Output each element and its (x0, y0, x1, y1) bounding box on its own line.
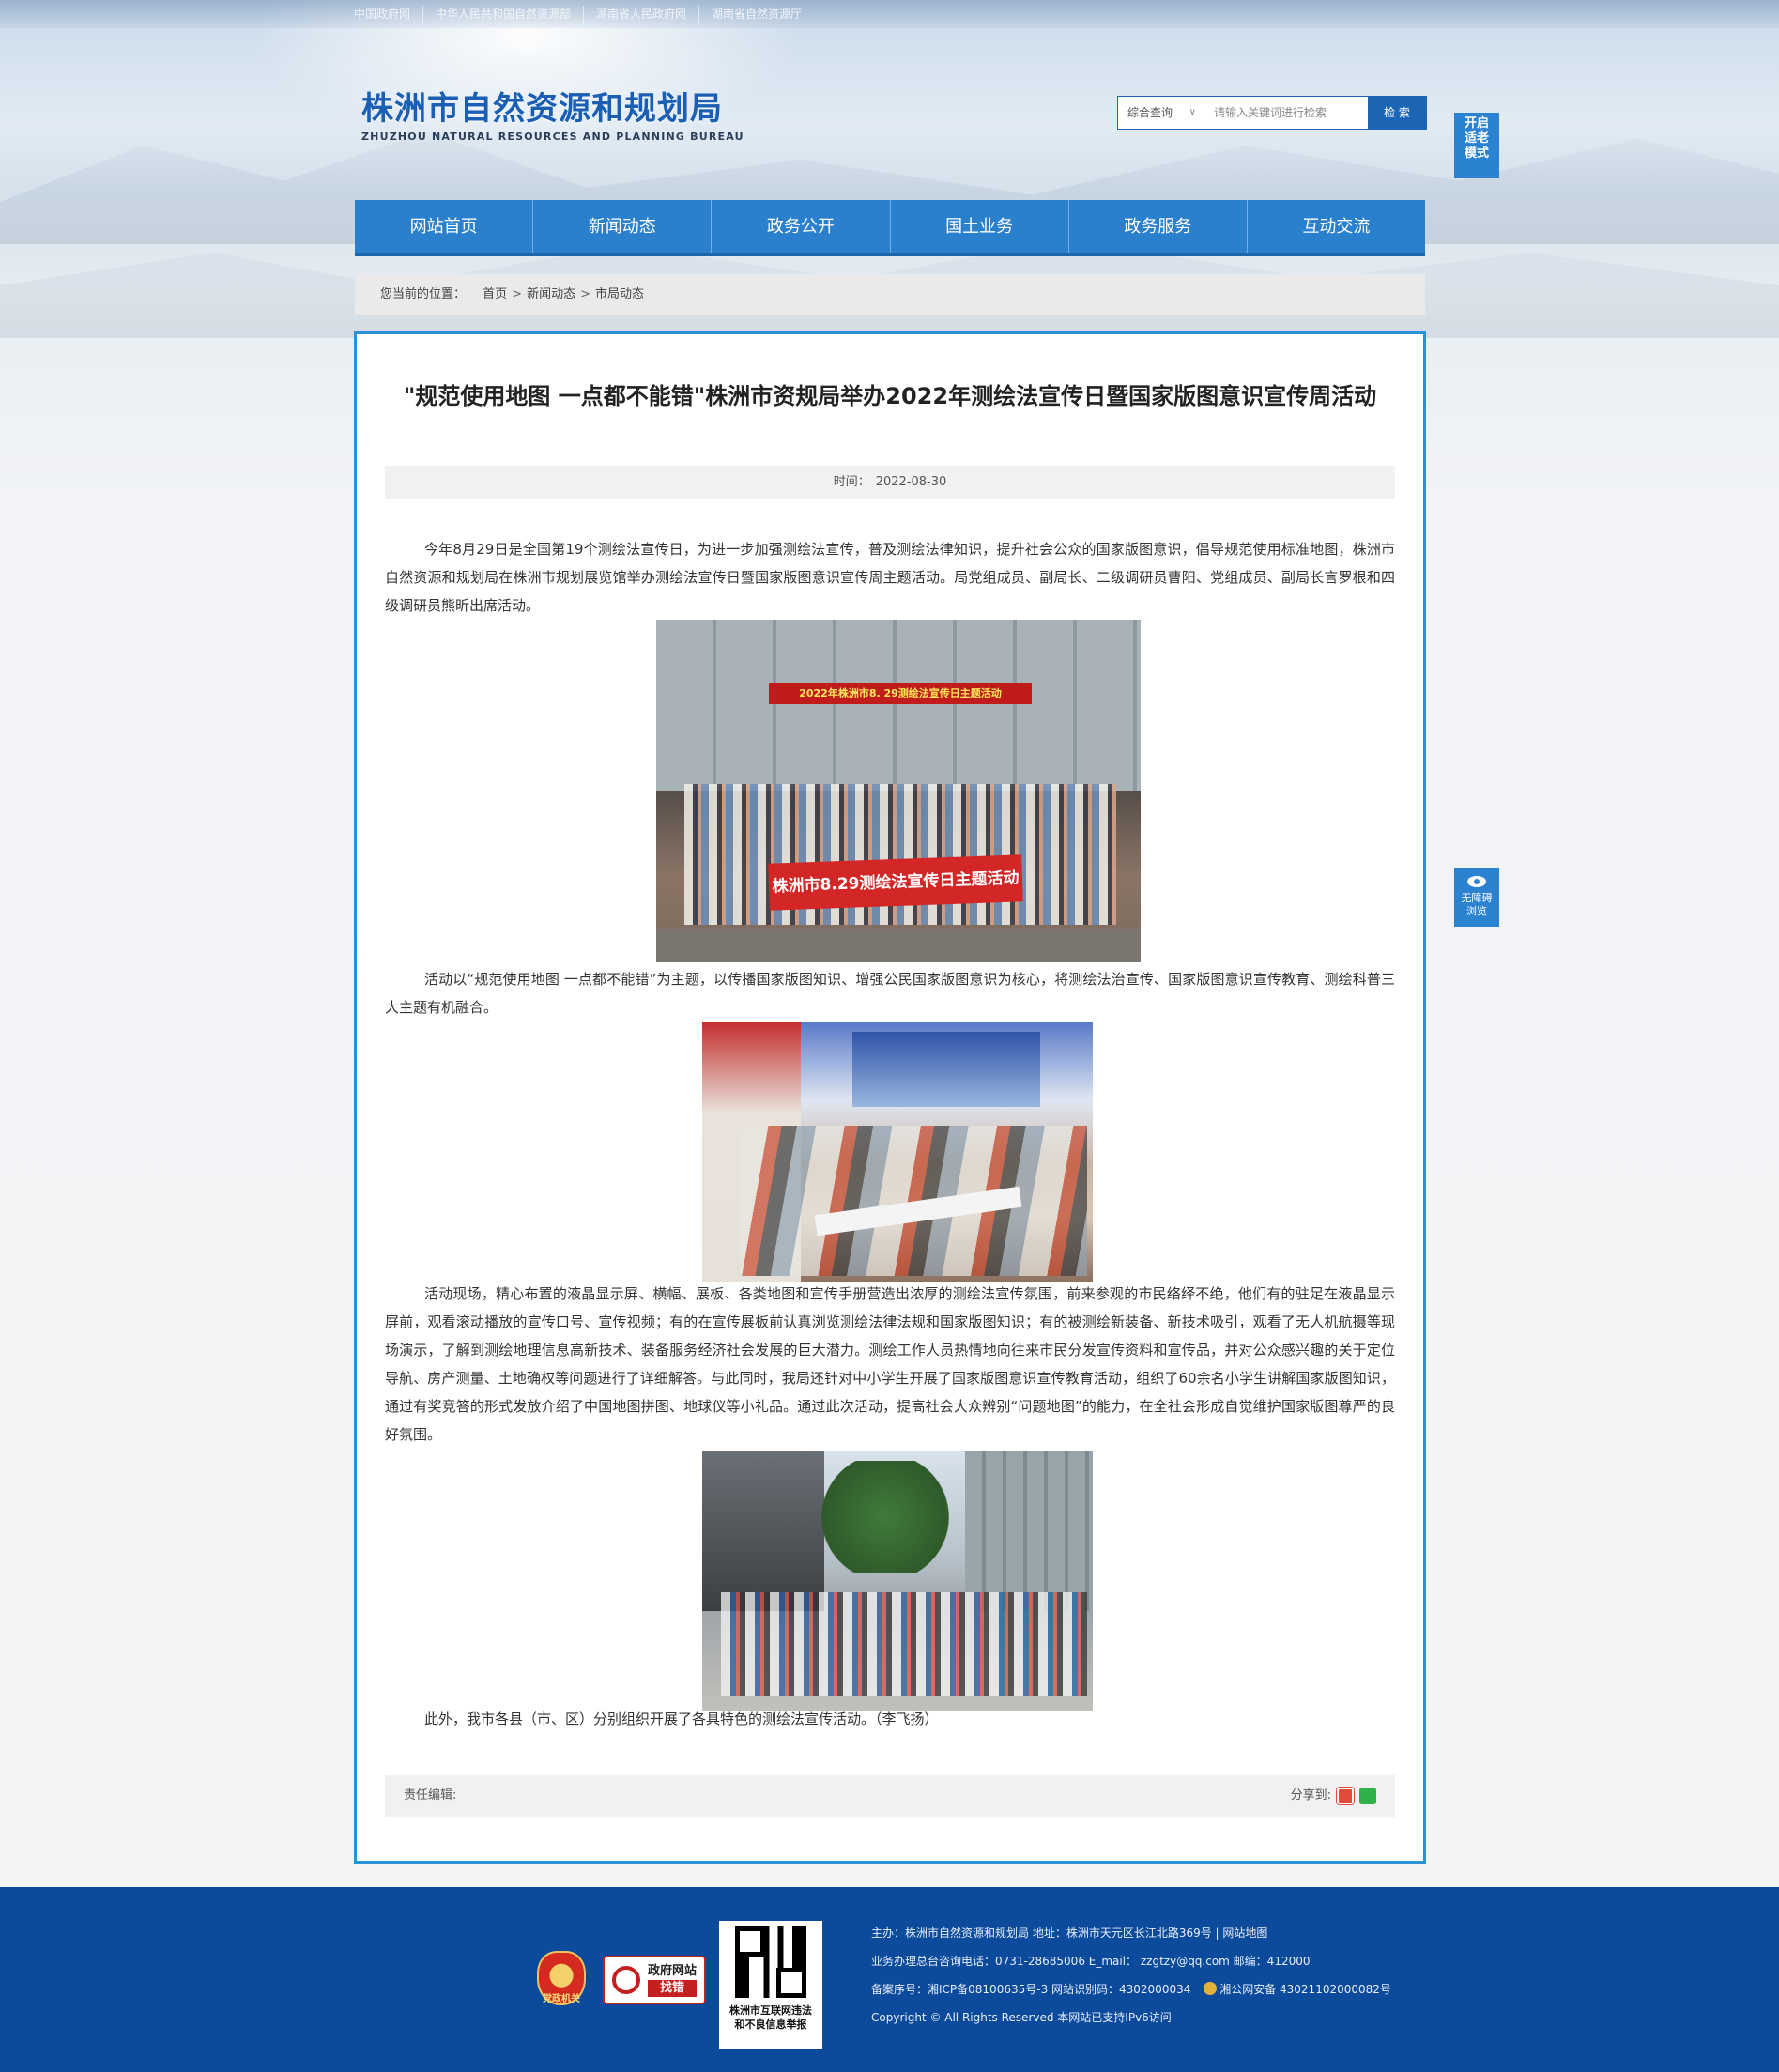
photo-building-right (965, 1451, 1093, 1611)
breadcrumb-label: 您当前的位置： (380, 287, 467, 301)
footer-contact-line: 业务办理总台咨询电话：0731-28685006 E_mail： zzgtzy@… (871, 1955, 1311, 1968)
weibo-icon[interactable] (1337, 1788, 1354, 1804)
article-footer-bar: 责任编辑: 分享到: (385, 1775, 1395, 1817)
photo-kids (721, 1592, 1087, 1696)
footer-police-record[interactable]: 湘公网安备 43021102000082号 (1219, 1983, 1391, 1996)
breadcrumb-home[interactable]: 首页 (483, 287, 507, 301)
article-paragraph: 此外，我市各县（市、区）分别组织开展了各具特色的测绘法宣传活动。（李飞扬） (424, 1711, 939, 1727)
wechat-icon[interactable] (1359, 1788, 1376, 1804)
share-label: 分享到: (1290, 1788, 1331, 1803)
logo-cn: 株洲市自然资源和规划局 (361, 90, 723, 128)
photo-screen (852, 1032, 1040, 1107)
elder-mode-text: 开启 (1464, 116, 1489, 130)
article-container: "规范使用地图 一点都不能错"株洲市资规局举办2022年测绘法宣传日暨国家版图意… (354, 331, 1426, 1864)
photo-ground (656, 929, 1141, 962)
magnifier-icon (612, 1966, 640, 1994)
search-scope-select[interactable]: 综合查询 ∨ (1118, 97, 1204, 129)
accessibility-text: 无障碍 (1461, 892, 1493, 904)
gov-find-text: 政府网站 找错 (648, 1963, 698, 1997)
breadcrumb-separator: > (580, 287, 590, 301)
breadcrumb-bureau-news[interactable]: 市局动态 (595, 287, 644, 301)
report-qr-box[interactable]: 株洲市互联网违法 和不良信息举报 (719, 1921, 822, 2049)
photo-banner-top: 2022年株洲市8. 29测绘法宣传日主题活动 (769, 683, 1032, 704)
nav-item-gov-service[interactable]: 政务服务 (1069, 200, 1248, 253)
gov-find-line2: 找错 (648, 1980, 698, 1997)
site-footer: 党政机关 政府网站 找错 株洲市互联网违法 和不良信息举报 主办：株洲市自然资源… (0, 1887, 1779, 2072)
editor-label: 责任编辑: (404, 1788, 457, 1803)
top-link-hunan-nr[interactable]: 湖南省自然资源厅 (698, 6, 814, 24)
top-link-hunan-gov[interactable]: 湖南省人民政府网 (583, 6, 698, 24)
share-group: 分享到: (1291, 1775, 1376, 1817)
party-gov-emblem-icon[interactable]: 党政机关 (537, 1951, 586, 2005)
article-title: "规范使用地图 一点都不能错"株洲市资规局举办2022年测绘法宣传日暨国家版图意… (403, 383, 1377, 409)
chevron-down-icon: ∨ (1189, 107, 1196, 117)
accessibility-button[interactable]: 无障碍 浏览 (1454, 868, 1499, 927)
footer-info: 主办：株洲市自然资源和规划局 地址：株洲市天元区长江北路369号 | 网站地图 … (871, 1919, 1401, 2032)
article-meta: 时间： 2022-08-30 (385, 466, 1395, 499)
article-photo-group: 2022年株洲市8. 29测绘法宣传日主题活动 株洲市8.29测绘法宣传日主题活… (656, 620, 1141, 962)
elder-mode-text: 适老 (1464, 131, 1489, 146)
nav-item-land-business[interactable]: 国土业务 (891, 200, 1069, 253)
gov-find-line1: 政府网站 (648, 1964, 698, 1978)
logo-en: ZHUZHOU NATURAL RESOURCES AND PLANNING B… (361, 130, 744, 143)
nav-item-news[interactable]: 新闻动态 (533, 200, 713, 253)
search-input[interactable] (1204, 97, 1368, 129)
search-button[interactable]: 检 索 (1368, 97, 1426, 129)
search-bar: 综合查询 ∨ 检 索 (1117, 96, 1427, 130)
photo-banner-main: 株洲市8.29测绘法宣传日主题活动 (768, 854, 1023, 911)
article-photo-kids (702, 1451, 1093, 1711)
qr-code-icon (735, 1926, 806, 1998)
elder-mode-text: 模式 (1464, 146, 1489, 161)
police-badge-icon (1204, 1982, 1218, 1995)
search-scope-value: 综合查询 (1127, 106, 1173, 119)
article-paragraph: 活动现场，精心布置的液晶显示屏、横幅、展板、各类地图和宣传手册营造出浓厚的测绘法… (385, 1285, 1395, 1443)
photo-building-left (702, 1451, 824, 1611)
photo-tree (815, 1461, 956, 1573)
breadcrumb-news[interactable]: 新闻动态 (527, 287, 575, 301)
breadcrumb: 您当前的位置： 首页 > 新闻动态 > 市局动态 (355, 274, 1425, 315)
nav-item-home[interactable]: 网站首页 (355, 200, 534, 253)
top-strip (0, 0, 1779, 28)
footer-record-line: 备案序号：湘ICP备08100635号-3 网站识别码：4302000034 湘… (871, 1975, 1401, 2003)
eye-icon (1467, 876, 1486, 887)
qr-caption-line1: 株洲市互联网违法 (729, 2004, 812, 2017)
top-link-mnr[interactable]: 中华人民共和国自然资源部 (422, 6, 583, 24)
nav-item-gov-info[interactable]: 政务公开 (712, 200, 891, 253)
article-paragraph: 今年8月29日是全国第19个测绘法宣传日，为进一步加强测绘法宣传，普及测绘法律知… (385, 541, 1395, 614)
accessibility-text: 浏览 (1466, 905, 1487, 917)
breadcrumb-separator: > (512, 287, 523, 301)
footer-copyright: Copyright © All Rights Reserved 本网站已支持IP… (871, 2011, 1172, 2024)
nav-item-interaction[interactable]: 互动交流 (1248, 200, 1425, 253)
article-photo-exhibit (702, 1022, 1093, 1282)
qr-caption: 株洲市互联网违法 和不良信息举报 (725, 2003, 817, 2032)
publish-time: 2022-08-30 (875, 475, 947, 489)
footer-icp[interactable]: 备案序号：湘ICP备08100635号-3 网站识别码：4302000034 (871, 1983, 1190, 1996)
photo-building (656, 620, 1141, 791)
top-links: 中国政府网 中华人民共和国自然资源部 湖南省人民政府网 湖南省自然资源厅 (354, 6, 814, 24)
qr-caption-line2: 和不良信息举报 (734, 2018, 807, 2031)
gov-site-find-error-badge[interactable]: 政府网站 找错 (603, 1956, 706, 2004)
site-logo[interactable]: 株洲市自然资源和规划局 ZHUZHOU NATURAL RESOURCES AN… (361, 83, 744, 143)
footer-sponsor-line: 主办：株洲市自然资源和规划局 地址：株洲市天元区长江北路369号 | 网站地图 (871, 1926, 1268, 1940)
article-paragraph: 活动以“规范使用地图 一点都不能错”为主题，以传播国家版图知识、增强公民国家版图… (385, 971, 1395, 1016)
time-label: 时间： (833, 475, 870, 489)
top-link-gov[interactable]: 中国政府网 (354, 6, 422, 24)
elder-mode-button[interactable]: 开启 适老 模式 (1454, 113, 1499, 178)
main-nav: 网站首页 新闻动态 政务公开 国土业务 政务服务 互动交流 (355, 200, 1425, 256)
